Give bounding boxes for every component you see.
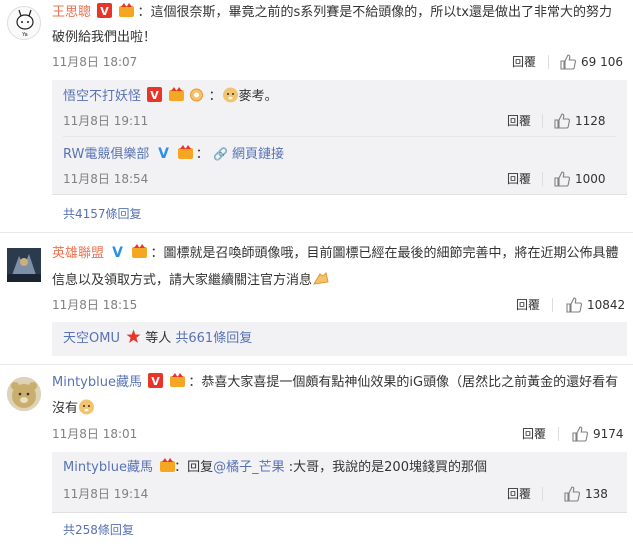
others-label: 等人 (141, 331, 176, 346)
reply-username[interactable]: 悟空不打妖怪 (63, 89, 141, 104)
reply-list: 悟空不打妖怪 V ：麥考。 11月8日 19:11 回覆 1128 RW電競俱樂… (52, 80, 627, 194)
timestamp: 11月8日 18:15 (52, 298, 138, 312)
mention-link[interactable]: @橘子_芒果 (213, 460, 285, 475)
vip-crown-icon (169, 373, 186, 388)
vip-crown-icon (159, 458, 176, 473)
avatar[interactable]: Ya (7, 6, 41, 40)
reply-button[interactable]: 回覆 (516, 297, 540, 313)
svg-text:V: V (112, 245, 123, 259)
comment-text: ：恭喜大家喜提一個頗有點神仙效果的iG頭像（居然比之前黃金的還好看有 (188, 375, 619, 390)
vip-crown-icon (177, 145, 193, 160)
divider (52, 512, 627, 513)
like-count: 10842 (587, 298, 626, 312)
comment-separator (0, 232, 633, 233)
like-button[interactable]: 9174 (572, 426, 624, 442)
vip-crown-icon (118, 3, 135, 18)
divider (542, 172, 543, 186)
reply-button[interactable]: 回覆 (507, 486, 531, 502)
doge-emoji-icon (222, 86, 239, 103)
like-count: 69 106 (581, 55, 623, 69)
medal-icon (189, 87, 204, 102)
like-button[interactable]: 69 106 (560, 54, 623, 70)
reply-prefix: ：回复 (174, 460, 214, 475)
like-count: 9174 (593, 427, 624, 441)
reply-list: Mintyblue藏馬 ：回复@橘子_芒果 :大哥，我說的是200塊錢買的那個 … (52, 452, 627, 512)
verified-badge-icon: V (97, 3, 113, 18)
like-button[interactable]: 138 (564, 486, 608, 502)
star-badge-icon (126, 329, 141, 344)
divider (52, 194, 627, 195)
reply-username[interactable]: 天空OMU (63, 331, 120, 346)
reply-timestamp: 11月8日 19:14 (63, 487, 149, 501)
more-replies-link[interactable]: 共661條回复 (175, 331, 252, 346)
like-count: 1128 (575, 114, 606, 128)
web-link[interactable]: 🔗 網頁鏈接 (213, 147, 284, 162)
verified-badge-icon: V (148, 373, 164, 388)
comment-text: ：圖標就是召喚師頭像哦，目前圖標已經在最後的細節完善中，將在近期公佈具體 (150, 246, 619, 261)
reply-summary: 天空OMU 等人 共661條回复 (52, 322, 627, 356)
reply-timestamp: 11月8日 19:11 (63, 114, 149, 128)
svg-text:V: V (151, 375, 160, 388)
link-icon: 🔗 (212, 147, 228, 161)
thumbs-up-icon (554, 113, 570, 129)
thumbs-up-icon (566, 297, 582, 313)
reply-button[interactable]: 回覆 (507, 113, 531, 129)
reply-button[interactable]: 回覆 (507, 171, 531, 187)
more-replies-link[interactable]: 共4157條回复 (63, 206, 142, 222)
reply-text: :大哥，我說的是200塊錢買的那個 (284, 460, 487, 475)
reply-text: 麥考。 (238, 89, 278, 104)
like-count: 1000 (575, 172, 606, 186)
vip-crown-icon (131, 244, 148, 259)
timestamp: 11月8日 18:01 (52, 427, 138, 441)
like-count: 138 (585, 487, 608, 501)
reply-username[interactable]: RW電競俱樂部 (63, 147, 149, 162)
comment-3: Mintyblue藏馬 V ：恭喜大家喜提一個頗有點神仙效果的iG頭像（居然比之… (0, 370, 633, 552)
divider (542, 114, 543, 128)
clapping-hands-emoji-icon (312, 270, 329, 287)
like-button[interactable]: 10842 (566, 297, 625, 313)
svg-text:V: V (150, 89, 159, 102)
comment-separator (0, 364, 633, 365)
reply-timestamp: 11月8日 18:54 (63, 172, 149, 186)
comment-text-continued: 破例給我們出啦！ (52, 30, 157, 45)
timestamp: 11月8日 18:07 (52, 55, 138, 69)
like-button[interactable]: 1000 (554, 171, 606, 187)
reply-button[interactable]: 回覆 (522, 426, 546, 442)
like-button[interactable]: 1128 (554, 113, 606, 129)
thumbs-up-icon (560, 54, 576, 70)
comment-text-continued: 信息以及領取方式，請大家繼續關注官方消息 (52, 273, 313, 288)
thumbs-up-icon (572, 426, 588, 442)
comment-2: 英雄聯盟 V ：圖標就是召喚師頭像哦，目前圖標已經在最後的細節完善中，將在近期公… (0, 240, 633, 360)
reply-divider (63, 136, 616, 137)
doge-emoji-icon (78, 398, 95, 415)
thumbs-up-icon (554, 171, 570, 187)
avatar[interactable] (7, 248, 41, 282)
divider (558, 427, 559, 441)
reply-username[interactable]: Mintyblue藏馬 (63, 460, 153, 475)
divider (548, 55, 549, 69)
verified-badge-icon: V (156, 145, 171, 162)
svg-text:V: V (158, 146, 169, 160)
svg-text:Ya: Ya (21, 32, 27, 38)
divider (542, 487, 543, 501)
comment-text: ：這個很奈斯，畢竟之前的s系列賽是不給頭像的，所以tx還是做出了非常大的努力 (137, 5, 613, 20)
reply-button[interactable]: 回覆 (512, 54, 536, 70)
vip-crown-icon (168, 87, 185, 102)
username[interactable]: 英雄聯盟 (52, 246, 104, 261)
comment-1: Ya 王思聰 V ：這個很奈斯，畢竟之前的s系列賽是不給頭像的，所以tx還是做出… (0, 0, 633, 230)
username[interactable]: 王思聰 (52, 5, 91, 20)
verified-badge-icon: V (147, 87, 163, 102)
avatar[interactable] (7, 377, 41, 411)
more-replies-link[interactable]: 共258條回复 (63, 522, 134, 538)
svg-text:V: V (100, 5, 109, 18)
username[interactable]: Mintyblue藏馬 (52, 375, 142, 390)
thumbs-up-icon (564, 486, 580, 502)
verified-badge-icon: V (110, 244, 125, 261)
comment-text-continued: 沒有 (52, 401, 79, 416)
divider (552, 298, 553, 312)
